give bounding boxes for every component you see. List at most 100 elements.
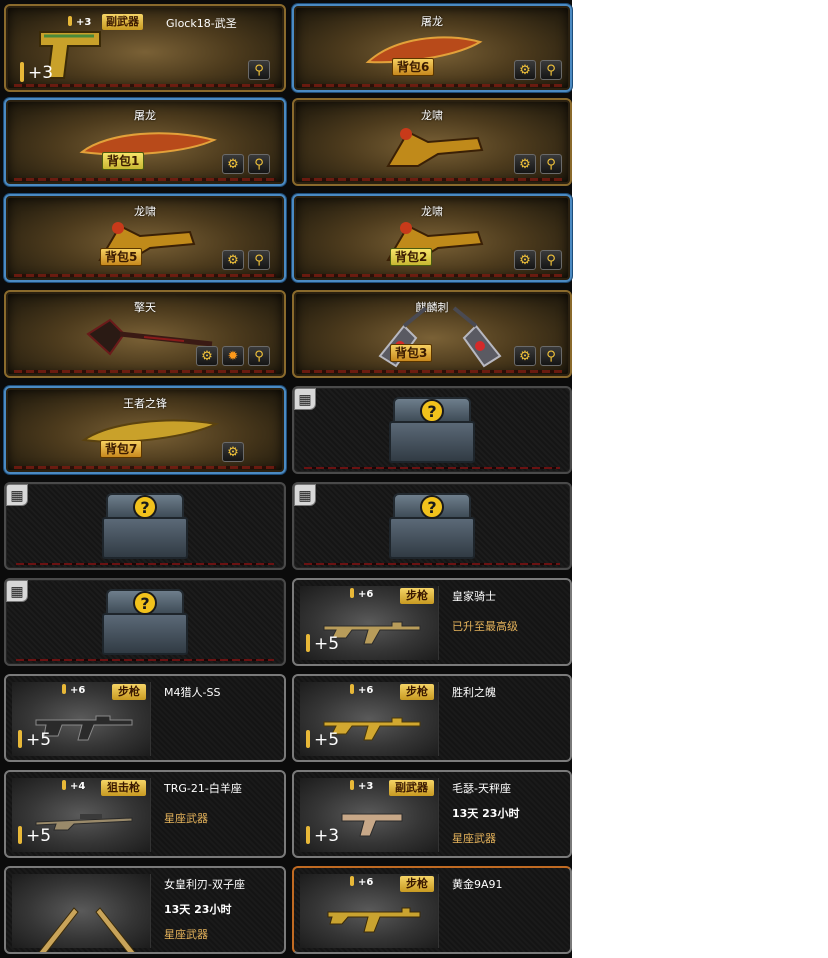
gun-note: 星座武器 [164, 812, 208, 825]
gun-card-gold-9a91[interactable]: +6 步枪 黄金9A91 [292, 866, 572, 954]
category-badge: 副武器 [389, 780, 434, 796]
search-icon[interactable]: ⚲ [540, 250, 562, 270]
gun-name: M4猎人-SS [164, 686, 221, 699]
grid-lock-icon: ▦ [6, 484, 28, 506]
pack-badge: 背包5 [100, 248, 143, 266]
gun-name: TRG-21-白羊座 [164, 782, 242, 795]
upgrade-level: +6 [350, 588, 373, 600]
search-icon[interactable]: ⚲ [248, 346, 270, 366]
weapon-card-tulong-1[interactable]: 屠龙 背包6 ⚙ ⚲ [292, 4, 572, 92]
weapon-card-qilinci[interactable]: 麒麟刺 背包3 ⚙ ⚲ [292, 290, 572, 378]
pack-badge: 背包7 [100, 440, 143, 458]
category-badge: 狙击枪 [101, 780, 146, 796]
gun-card-m4-hunter[interactable]: +6 步枪 +5 M4猎人-SS [4, 674, 286, 762]
wrench-icon[interactable]: ⚙ [222, 154, 244, 174]
gun-card-victory-soul[interactable]: +6 步枪 +5 胜利之魄 [292, 674, 572, 762]
mystery-box-card[interactable]: ▦ ? [292, 482, 572, 570]
weapon-name: Glock18-武圣 [166, 17, 237, 30]
wrench-icon[interactable]: ⚙ [514, 60, 536, 80]
weapon-name: 屠龙 [421, 15, 443, 28]
upgrade-level: +6 [350, 684, 373, 696]
chest-icon: ? [389, 493, 475, 559]
category-badge: 步枪 [400, 684, 434, 700]
gun-name: 女皇利刃-双子座 [164, 878, 245, 891]
weapon-name: 屠龙 [134, 109, 156, 122]
upgrade-level: +6 [62, 684, 85, 696]
gun-note: 星座武器 [452, 832, 496, 845]
weapon-card-qingtian[interactable]: 擎天 ⚙ ✹ ⚲ [4, 290, 286, 378]
gun-name: 胜利之魄 [452, 686, 496, 699]
claws-image [378, 306, 502, 368]
gun-name: 皇家骑士 [452, 590, 496, 603]
weapon-card-tulong-2[interactable]: 屠龙 背包1 ⚙ ⚲ [4, 98, 286, 186]
weapon-card-glock[interactable]: +3 副武器 Glock18-武圣 +3 ⚲ [4, 4, 286, 92]
gun-note: 已升至最高级 [452, 620, 518, 633]
weapon-name: 龙啸 [421, 109, 443, 122]
gun-thumbnail: +4 狙击枪 +5 [12, 778, 151, 852]
ammo-plus: +5 [306, 634, 339, 654]
time-remaining: 13天 23小时 [452, 807, 520, 820]
search-icon[interactable]: ⚲ [248, 60, 270, 80]
gun-name: 黄金9A91 [452, 878, 503, 891]
gun-thumbnail: +6 步枪 +5 [300, 586, 439, 660]
gun-thumbnail: +3 副武器 +3 [300, 778, 439, 852]
gun-thumbnail [12, 874, 151, 952]
wrench-icon[interactable]: ⚙ [222, 250, 244, 270]
search-icon[interactable]: ⚲ [540, 154, 562, 174]
chest-icon: ? [102, 589, 188, 655]
time-remaining: 13天 23小时 [164, 903, 232, 916]
gun-thumbnail: +6 步枪 +5 [300, 682, 439, 756]
gun-card-trg21[interactable]: +4 狙击枪 +5 TRG-21-白羊座 星座武器 [4, 770, 286, 858]
grid-lock-icon: ▦ [294, 388, 316, 410]
ammo-plus: +5 [18, 730, 51, 750]
pack-badge: 背包6 [392, 58, 435, 76]
inventory-grid: +3 副武器 Glock18-武圣 +3 ⚲ 屠龙 背包6 ⚙ ⚲ 屠龙 背包1… [0, 0, 572, 958]
category-badge: 步枪 [400, 876, 434, 892]
pack-badge: 背包1 [102, 152, 145, 170]
grid-lock-icon: ▦ [294, 484, 316, 506]
wrench-icon[interactable]: ⚙ [514, 346, 536, 366]
ammo-plus: +3 [20, 62, 53, 83]
ammo-plus: +5 [306, 730, 339, 750]
ammo-plus: +3 [306, 826, 339, 846]
weapon-card-longxiao-3[interactable]: 龙啸 背包2 ⚙ ⚲ [292, 194, 572, 282]
category-badge: 步枪 [112, 684, 146, 700]
wrench-icon[interactable]: ⚙ [222, 442, 244, 462]
weapon-name: 王者之锋 [123, 397, 167, 410]
wrench-icon[interactable]: ⚙ [514, 250, 536, 270]
weapon-card-wangzhezhifeng[interactable]: 王者之锋 背包7 ⚙ [4, 386, 286, 474]
gun-thumbnail: +6 步枪 +5 [12, 682, 151, 756]
gun-note: 星座武器 [164, 928, 208, 941]
gear-icon[interactable]: ✹ [222, 346, 244, 366]
upgrade-level: +4 [62, 780, 85, 792]
upgrade-level: +3 [350, 780, 373, 792]
grid-lock-icon: ▦ [6, 580, 28, 602]
gun-card-mauser[interactable]: +3 副武器 +3 毛瑟-天秤座 13天 23小时 星座武器 [292, 770, 572, 858]
upgrade-level: +6 [350, 876, 373, 888]
mystery-box-card[interactable]: ▦ ? [4, 482, 286, 570]
blade-image [79, 132, 217, 156]
rifle-image [327, 907, 421, 933]
daggers-image [38, 907, 136, 952]
pack-badge: 背包2 [390, 248, 433, 266]
category-badge: 副武器 [102, 14, 143, 30]
search-icon[interactable]: ⚲ [248, 154, 270, 174]
gun-thumbnail: +6 步枪 [300, 874, 439, 948]
weapon-card-longxiao-2[interactable]: 龙啸 背包5 ⚙ ⚲ [4, 194, 286, 282]
wrench-icon[interactable]: ⚙ [196, 346, 218, 366]
mystery-box-card[interactable]: ▦ ? [4, 578, 286, 666]
search-icon[interactable]: ⚲ [248, 250, 270, 270]
search-icon[interactable]: ⚲ [540, 346, 562, 366]
mystery-box-card[interactable]: ▦ ? [292, 386, 572, 474]
gun-card-royal-knight[interactable]: +6 步枪 +5 皇家骑士 已升至最高级 [292, 578, 572, 666]
weapon-card-longxiao-1[interactable]: 龙啸 ⚙ ⚲ [292, 98, 572, 186]
gun-name: 毛瑟-天秤座 [452, 782, 511, 795]
gun-card-queen-blade[interactable]: 女皇利刃-双子座 13天 23小时 星座武器 [4, 866, 286, 954]
weapon-name: 擎天 [134, 301, 156, 314]
chest-icon: ? [102, 493, 188, 559]
wrench-icon[interactable]: ⚙ [514, 154, 536, 174]
pack-badge: 背包3 [390, 344, 433, 362]
blade-image [386, 128, 484, 167]
chest-icon: ? [389, 397, 475, 463]
search-icon[interactable]: ⚲ [540, 60, 562, 80]
